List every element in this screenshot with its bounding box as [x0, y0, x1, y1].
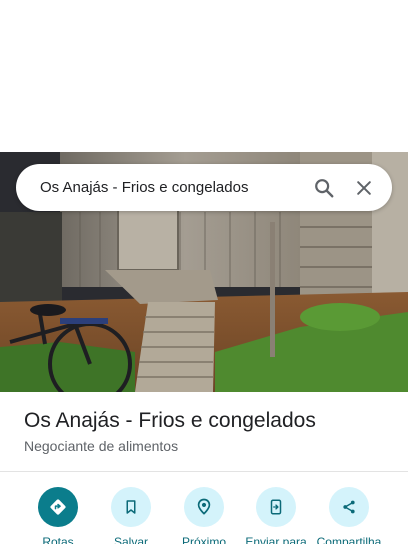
- map-blank-area: [0, 0, 408, 152]
- action-label: Enviar para: [245, 535, 307, 544]
- action-label: Próximo: [181, 535, 226, 544]
- send-to-phone-icon: [270, 499, 282, 515]
- directions-icon: [50, 499, 66, 515]
- share-button[interactable]: Compartilha: [307, 487, 391, 544]
- place-info: Os Anajás - Frios e congelados Negociant…: [0, 392, 408, 472]
- action-bar: Rotas Salvar Próximo Enviar para Compart…: [0, 472, 408, 544]
- search-bar[interactable]: Os Anajás - Frios e congelados: [16, 164, 392, 211]
- save-button[interactable]: Salvar: [89, 487, 173, 544]
- place-category: Negociante de alimentos: [24, 438, 179, 454]
- close-icon: [357, 180, 371, 195]
- action-label: Compartilha: [316, 535, 382, 544]
- search-icon: [315, 178, 334, 197]
- search-input[interactable]: Os Anajás - Frios e congelados: [16, 179, 304, 196]
- send-to-phone-button[interactable]: Enviar para: [234, 487, 318, 544]
- place-title: Os Anajás - Frios e congelados: [24, 409, 316, 432]
- search-button[interactable]: [304, 168, 344, 208]
- bookmark-icon: [126, 500, 136, 514]
- close-button[interactable]: [344, 168, 384, 208]
- nearby-icon: [197, 498, 211, 515]
- share-icon: [343, 500, 355, 514]
- action-label: Salvar: [113, 535, 148, 544]
- directions-button[interactable]: Rotas: [16, 487, 100, 544]
- action-label: Rotas: [42, 535, 74, 544]
